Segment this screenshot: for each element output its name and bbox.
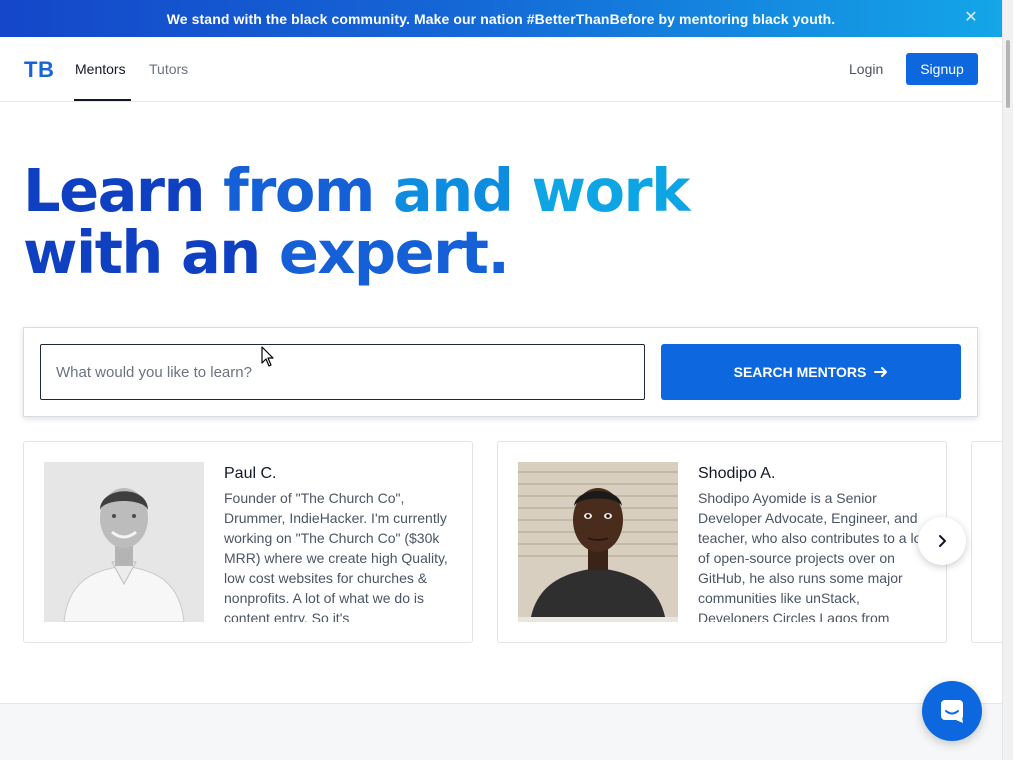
- chat-icon: [941, 700, 963, 723]
- search-input[interactable]: [40, 344, 645, 400]
- hero-word: expert.: [278, 218, 510, 287]
- chevron-right-icon: [939, 535, 946, 547]
- chat-launcher-button[interactable]: [922, 681, 982, 741]
- scrollbar-thumb[interactable]: [1006, 40, 1010, 108]
- carousel-next-button[interactable]: [918, 517, 966, 565]
- login-link[interactable]: Login: [849, 61, 883, 77]
- hero-word: and: [392, 156, 514, 225]
- page-scrollbar[interactable]: [1002, 0, 1013, 760]
- search-button-label: SEARCH MENTORS: [733, 364, 867, 380]
- signup-button[interactable]: Signup: [906, 53, 978, 85]
- search-mentors-button[interactable]: SEARCH MENTORS: [661, 344, 961, 400]
- announcement-banner: We stand with the black community. Make …: [0, 0, 1002, 37]
- lower-section: [0, 703, 1002, 760]
- mentor-bio: Founder of "The Church Co", Drummer, Ind…: [224, 490, 448, 622]
- hero-headline: Learn from and work with an expert.: [23, 160, 690, 287]
- mentor-bio: Shodipo Ayomide is a Senior Developer Ad…: [698, 490, 926, 622]
- hero-word: from: [223, 156, 375, 225]
- mentor-name[interactable]: Shodipo A.: [698, 465, 775, 483]
- mentor-name[interactable]: Paul C.: [224, 465, 276, 483]
- active-tab-indicator: [74, 99, 131, 101]
- tab-mentors[interactable]: Mentors: [75, 61, 126, 77]
- hero-word: an: [180, 218, 261, 287]
- mentor-photo: [518, 462, 678, 622]
- hero-word: work: [531, 156, 691, 225]
- hero-word: Learn: [23, 156, 206, 225]
- mentor-photo: [44, 462, 204, 622]
- close-icon[interactable]: ✕: [962, 9, 980, 27]
- hero-word: with: [23, 218, 163, 287]
- tab-tutors[interactable]: Tutors: [149, 61, 188, 77]
- banner-text: We stand with the black community. Make …: [166, 10, 836, 27]
- mentor-card[interactable]: Paul C. Founder of "The Church Co", Drum…: [23, 441, 473, 643]
- mouse-cursor-icon: [261, 346, 274, 367]
- top-navbar: TB Mentors Tutors Login Signup: [0, 37, 1002, 102]
- arrow-right-icon: [874, 367, 888, 377]
- logo[interactable]: TB: [24, 57, 54, 83]
- mentor-card[interactable]: Shodipo A. Shodipo Ayomide is a Senior D…: [497, 441, 947, 643]
- search-panel: SEARCH MENTORS: [23, 327, 978, 417]
